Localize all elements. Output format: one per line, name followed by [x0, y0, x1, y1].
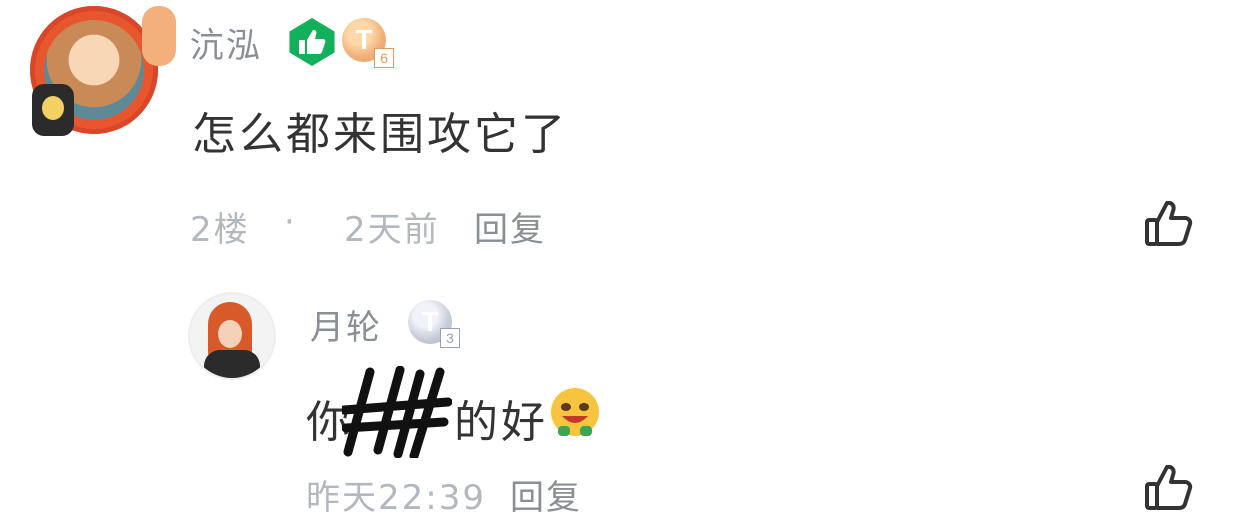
level-number: 6	[374, 48, 394, 68]
avatar-frame-decoration	[32, 84, 74, 136]
thumbs-up-badge-icon	[289, 18, 335, 66]
floor-label: 2楼	[190, 210, 250, 250]
reply-text-end: 的好	[454, 397, 548, 448]
grinning-emoji	[551, 388, 599, 436]
thumbs-up-icon	[299, 30, 326, 54]
replier-avatar[interactable]	[188, 292, 276, 380]
redaction-scribble	[342, 366, 452, 458]
reply-time: 昨天22:39	[306, 478, 486, 518]
replier-username[interactable]: 月轮	[310, 300, 382, 349]
reply-button[interactable]: 回复	[510, 470, 582, 519]
thumbs-up-outline-icon	[1145, 464, 1193, 510]
comment-text: 怎么都来围攻它了	[192, 109, 568, 160]
avatar-frame-decoration	[142, 6, 176, 66]
comment-time: 2天前	[344, 210, 440, 250]
meta-separator: ·	[284, 202, 297, 242]
thumbs-up-outline-icon	[1145, 200, 1193, 246]
commenter-avatar[interactable]	[30, 6, 176, 136]
commenter-username[interactable]: 沆泓	[190, 18, 262, 67]
like-button[interactable]	[1142, 196, 1198, 252]
level-number: 3	[440, 328, 460, 348]
reply-button[interactable]: 回复	[474, 202, 546, 251]
level-badge: T 3	[408, 300, 460, 348]
level-badge: T 6	[342, 18, 394, 68]
like-button[interactable]	[1142, 460, 1198, 516]
